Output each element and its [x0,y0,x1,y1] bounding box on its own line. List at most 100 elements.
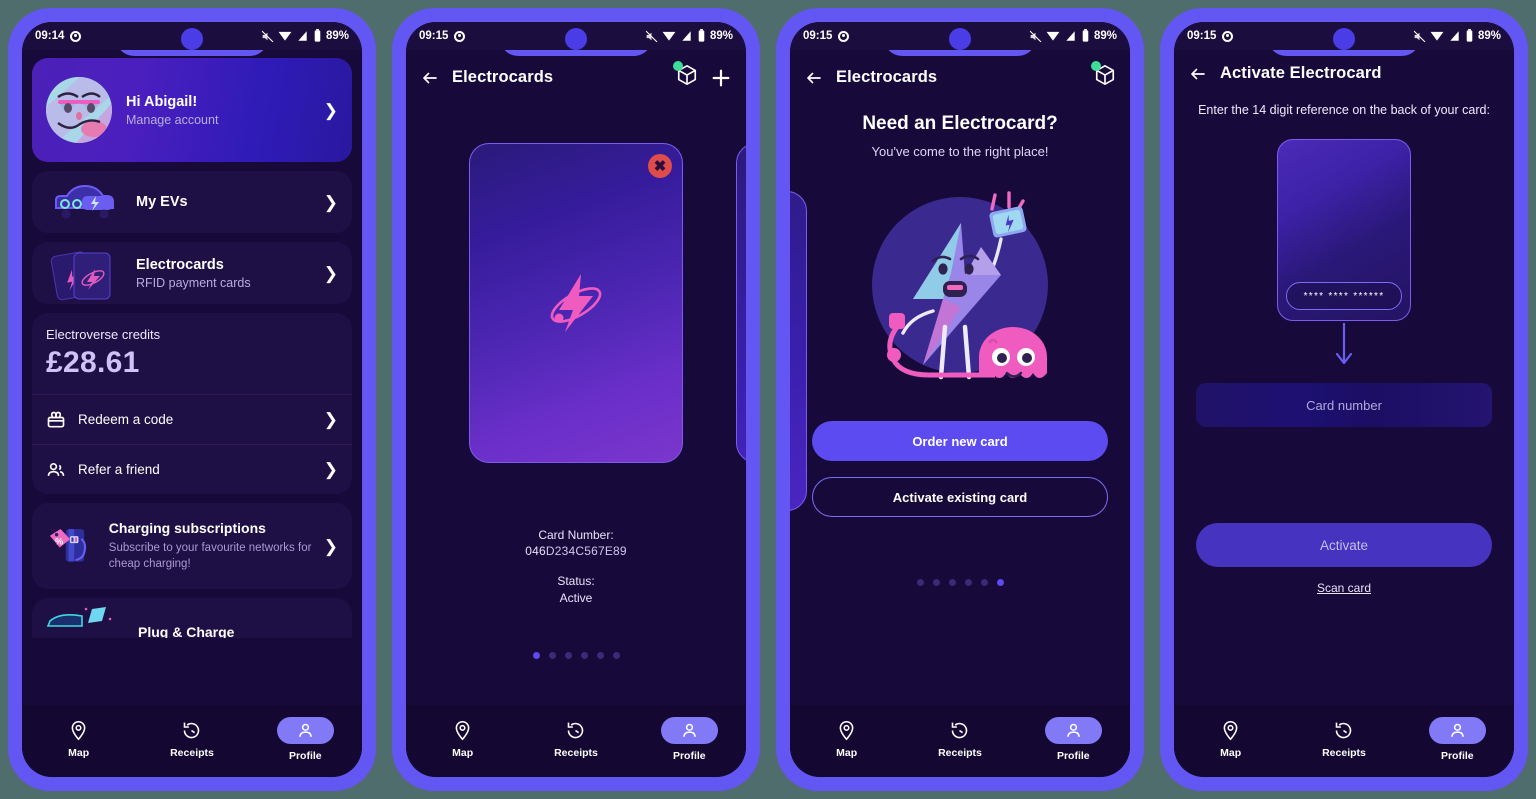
nav-item-receipts[interactable]: Receipts [1305,720,1383,759]
plug-and-charge-card[interactable]: Plug & Charge [32,598,352,638]
charging-subscriptions-card[interactable]: % Charging subscriptions Subscribe to yo… [32,503,352,589]
sidebar-item-electrocards[interactable]: Electrocards RFID payment cards ❯ [32,242,352,304]
pager-dot[interactable] [548,651,556,659]
status-time: 09:15 [419,30,449,42]
nav-label-profile: Profile [1056,749,1090,762]
nav-label-map: Map [1220,746,1242,759]
mute-icon [645,30,658,42]
camera-3 [949,28,971,50]
header-activate: Activate Electrocard [1174,50,1514,93]
credits-value: £28.61 [46,346,140,379]
activate-button[interactable]: Activate [1196,523,1492,567]
chevron-right-icon: ❯ [323,263,338,283]
pager-dot[interactable] [932,579,940,586]
phone-4: 09:15 89% Activate Electrocard Enter the… [1152,0,1536,799]
nav-item-map[interactable]: Map [1192,720,1270,759]
nav-item-map[interactable]: Map [40,720,118,759]
notification-badge [673,61,683,71]
activate-existing-card-button[interactable]: Activate existing card [812,477,1108,517]
nav-item-map[interactable]: Map [808,720,886,759]
card-carousel[interactable]: ✖ [406,101,746,521]
screenshot-stage: 09:14 89% Hi Abigail! Manage account ❯ M… [0,0,1536,799]
menu-label-my-evs: My EVs [136,194,188,210]
chevron-right-icon: ❯ [323,100,338,120]
screen-activate-electrocard: 09:15 89% Activate Electrocard Enter the… [1174,22,1514,777]
pager-dot[interactable] [948,579,956,586]
camera-2 [565,28,587,50]
camera-1 [181,28,203,50]
row-refer-a-friend[interactable]: Refer a friend ❯ [32,444,352,494]
pager-dot[interactable] [964,579,972,586]
pager-dot[interactable] [564,651,572,659]
mute-icon [1413,30,1426,42]
wifi-icon [1430,31,1444,41]
nav-item-receipts[interactable]: Receipts [537,720,615,759]
manage-account-text: Manage account [126,112,219,127]
status-time: 09:15 [1187,30,1217,42]
profile-account-card[interactable]: Hi Abigail! Manage account ❯ [32,58,352,162]
back-arrow-icon[interactable] [1188,65,1208,83]
screen-profile: 09:14 89% Hi Abigail! Manage account ❯ M… [22,22,362,777]
nav-item-profile[interactable]: Profile [650,716,728,762]
battery-percent: 89% [1093,30,1117,42]
empty-state-header: Need an Electrocard? You've come to the … [790,101,1130,159]
nav-label-receipts: Receipts [938,746,982,759]
pager-dot[interactable] [916,579,924,586]
electrocard-prev[interactable] [790,191,807,511]
sidebar-item-my-evs[interactable]: My EVs ❯ [32,171,352,233]
nav-item-receipts[interactable]: Receipts [153,720,231,759]
chevron-right-icon: ❯ [323,410,338,429]
camera-dot-icon [1222,30,1234,42]
card-number-input[interactable]: Card number [1196,383,1492,427]
nav-label-map: Map [68,746,90,759]
pager-dot[interactable] [996,579,1004,586]
avatar-face-icon [46,77,112,143]
pager-dot[interactable] [980,579,988,586]
svg-text:%: % [55,537,63,547]
nav-item-receipts[interactable]: Receipts [921,720,999,759]
nav-pill-active [1044,716,1102,744]
battery-percent: 89% [709,30,733,42]
pager-dot[interactable] [596,651,604,659]
package-button[interactable] [673,61,698,91]
back-arrow-icon[interactable] [804,69,824,87]
header-electrocards: Electrocards [406,50,746,101]
pager-dot[interactable] [612,651,620,659]
history-icon [1336,722,1352,738]
nav-pill-active [276,716,334,744]
scan-card-link[interactable]: Scan card [1174,581,1514,595]
wifi-icon [1046,31,1060,41]
package-button[interactable] [1091,61,1116,91]
mute-icon [261,30,274,42]
nav-item-map[interactable]: Map [424,720,502,759]
electrocard[interactable]: ✖ [469,143,683,463]
row-redeem-a-code[interactable]: Redeem a code ❯ [32,394,352,444]
back-arrow-icon[interactable] [420,69,440,87]
order-new-card-button[interactable]: Order new card [812,421,1108,461]
card-back-illustration: **** **** ****** [1277,139,1411,321]
plus-icon[interactable] [710,67,732,89]
gift-icon [47,411,65,427]
map-pin-icon [71,720,86,740]
nav-item-profile[interactable]: Profile [1418,716,1496,762]
pager-dot[interactable] [532,651,540,659]
camera-dot-icon [70,30,82,42]
credits-label: Electroverse credits [46,327,161,342]
nav-item-profile[interactable]: Profile [1034,716,1112,762]
menu-sub-electrocards: RFID payment cards [136,275,251,290]
page-title: Electrocards [452,68,554,86]
chevron-right-icon: ❯ [323,536,338,556]
battery-icon [314,29,321,42]
carousel-pager-3[interactable] [790,579,1130,586]
page-title: Electrocards [836,68,938,86]
camera-dot-icon [838,30,850,42]
carousel-pager-2[interactable] [406,651,746,659]
electrocard-next[interactable] [736,143,746,463]
wifi-icon [278,31,292,41]
pager-dot[interactable] [580,651,588,659]
close-icon[interactable]: ✖ [648,154,672,178]
phone-frame-3: 09:15 89% Electrocards Need an Electroca… [776,8,1144,791]
chevron-right-icon: ❯ [323,460,338,479]
phone-3: 09:15 89% Electrocards Need an Electroca… [768,0,1152,799]
nav-item-profile[interactable]: Profile [266,716,344,762]
